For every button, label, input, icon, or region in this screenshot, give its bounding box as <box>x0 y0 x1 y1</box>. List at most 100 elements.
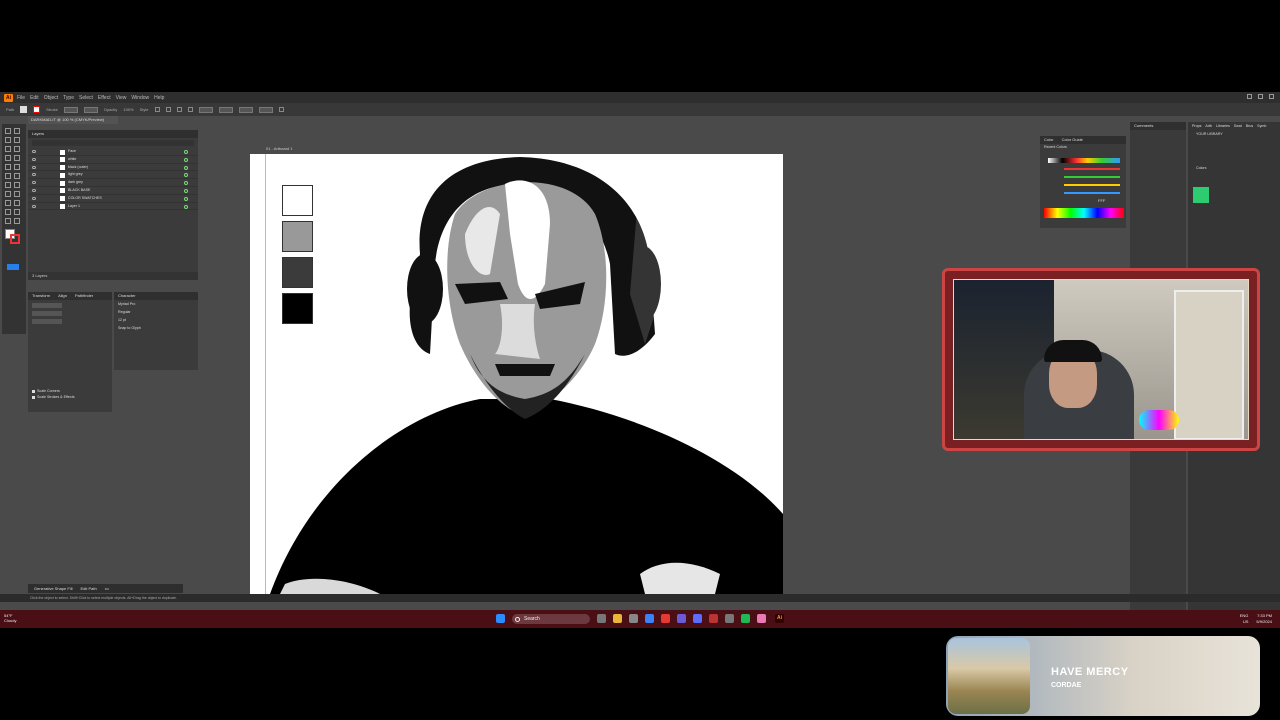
scale-corners-checkbox[interactable]: Scale Corners <box>32 389 108 393</box>
eye-icon[interactable] <box>32 150 36 153</box>
layer-row[interactable]: white <box>28 156 198 164</box>
settings-icon[interactable] <box>725 614 734 623</box>
menu-edit[interactable]: Edit <box>30 95 39 101</box>
tab-swatches[interactable]: Swat <box>1234 124 1242 128</box>
menu-file[interactable]: File <box>17 95 25 101</box>
hex-value[interactable]: FFF <box>1098 198 1105 203</box>
tab-align[interactable]: Align <box>58 292 67 300</box>
stroke-swatch[interactable] <box>33 106 41 113</box>
draw-mode-icon[interactable] <box>7 264 19 270</box>
scale-strokes-checkbox[interactable]: Scale Strokes & Effects <box>32 395 108 399</box>
blend-tool-icon[interactable] <box>14 200 20 206</box>
font-size-field[interactable]: 12 pt <box>114 316 198 324</box>
eye-icon[interactable] <box>32 173 36 177</box>
tab-color-guide[interactable]: Color Guide <box>1062 136 1083 144</box>
stroke-color-icon[interactable] <box>10 234 20 244</box>
recent-colors-row[interactable] <box>1048 158 1120 163</box>
eye-icon[interactable] <box>32 196 36 200</box>
layer-row[interactable]: COLOR SWATCHES <box>28 195 198 203</box>
menu-window[interactable]: Window <box>131 95 149 101</box>
language-indicator[interactable]: ENG US <box>1240 613 1249 625</box>
edge-icon[interactable] <box>645 614 654 623</box>
tab-props[interactable]: Props <box>1192 124 1201 128</box>
paintbrush-tool-icon[interactable] <box>14 155 20 161</box>
maximize-icon[interactable] <box>1258 94 1263 99</box>
align-center-icon[interactable] <box>165 107 171 112</box>
weather-widget[interactable]: 54°F Cloudy <box>4 613 16 623</box>
menu-help[interactable]: Help <box>154 95 164 101</box>
height-field[interactable] <box>258 106 273 113</box>
generative-shape-fill-button[interactable]: Generative Shape Fill <box>34 586 72 591</box>
edit-path-button[interactable]: Edit Path <box>80 586 96 591</box>
eye-icon[interactable] <box>32 181 36 185</box>
menu-effect[interactable]: Effect <box>98 95 111 101</box>
artboard-canvas[interactable] <box>250 154 783 594</box>
target-icon[interactable] <box>184 157 188 162</box>
target-icon[interactable] <box>184 196 188 201</box>
document-tab[interactable]: DARKMAD-IT @ 100 % (CMYK/Preview) <box>28 116 118 124</box>
character-tab[interactable]: Character <box>114 292 198 300</box>
x-input[interactable] <box>32 303 62 308</box>
eraser-tool-icon[interactable] <box>14 164 20 170</box>
vector-portrait[interactable] <box>250 154 783 594</box>
app-icon-2[interactable] <box>693 614 702 623</box>
target-icon[interactable] <box>184 204 188 209</box>
menu-type[interactable]: Type <box>63 95 74 101</box>
library-name[interactable]: YOUR LIBRARY <box>1188 130 1280 138</box>
menu-select[interactable]: Select <box>79 95 93 101</box>
start-icon[interactable] <box>496 614 505 623</box>
gradient-tool-icon[interactable] <box>14 191 20 197</box>
layers-tab[interactable]: Layers <box>28 130 198 138</box>
task-view-icon[interactable] <box>597 614 606 623</box>
rectangle-tool-icon[interactable] <box>5 155 11 161</box>
layer-row[interactable]: black (outer) <box>28 164 198 172</box>
file-explorer-icon[interactable] <box>613 614 622 623</box>
menu-view[interactable]: View <box>116 95 127 101</box>
direct-selection-tool-icon[interactable] <box>14 128 20 134</box>
y-field[interactable] <box>218 106 233 113</box>
minimize-icon[interactable] <box>1247 94 1252 99</box>
cyan-slider[interactable] <box>1064 168 1120 170</box>
menu-object[interactable]: Object <box>44 95 58 101</box>
opacity-value[interactable]: 100% <box>123 107 133 112</box>
target-icon[interactable] <box>184 181 188 186</box>
width-field[interactable] <box>238 106 253 113</box>
more-icon[interactable]: ••• <box>105 586 109 591</box>
target-icon[interactable] <box>184 188 188 193</box>
artboard-tool-icon[interactable] <box>5 209 11 215</box>
pencil-tool-icon[interactable] <box>5 164 11 170</box>
rotate-tool-icon[interactable] <box>5 173 11 179</box>
distribute-icon[interactable] <box>187 107 193 112</box>
tab-pathfinder[interactable]: Pathfinder <box>75 292 93 300</box>
layer-row[interactable]: dark grey <box>28 179 198 187</box>
layer-row[interactable]: Face <box>28 148 198 156</box>
tab-color[interactable]: Color <box>1044 136 1054 144</box>
slice-tool-icon[interactable] <box>14 209 20 215</box>
align-right-icon[interactable] <box>176 107 182 112</box>
obs-icon[interactable] <box>661 614 670 623</box>
rotate-input[interactable] <box>32 319 62 324</box>
layer-row[interactable]: BLACK BASE <box>28 187 198 195</box>
x-field[interactable] <box>198 106 213 113</box>
line-tool-icon[interactable] <box>14 146 20 152</box>
layers-search[interactable] <box>32 140 194 146</box>
tab-artboards[interactable]: Artb <box>1205 124 1212 128</box>
taskbar-search[interactable]: Search <box>512 614 590 624</box>
pen-tool-icon[interactable] <box>5 137 11 143</box>
spotify-icon[interactable] <box>741 614 750 623</box>
target-icon[interactable] <box>184 165 188 170</box>
tab-libraries[interactable]: Libraries <box>1216 124 1230 128</box>
curvature-tool-icon[interactable] <box>14 137 20 143</box>
y-input[interactable] <box>32 311 62 316</box>
color-spectrum[interactable] <box>1044 208 1124 218</box>
zoom-tool-icon[interactable] <box>14 218 20 224</box>
scale-tool-icon[interactable] <box>14 173 20 179</box>
black-slider[interactable] <box>1064 192 1120 194</box>
font-family-select[interactable]: Myriad Pro <box>114 300 198 308</box>
tab-symbols[interactable]: Symb <box>1257 124 1266 128</box>
yellow-slider[interactable] <box>1064 184 1120 186</box>
eye-icon[interactable] <box>32 157 36 161</box>
layer-row[interactable]: light grey <box>28 171 198 180</box>
eye-icon[interactable] <box>32 188 36 192</box>
target-icon[interactable] <box>184 150 188 154</box>
